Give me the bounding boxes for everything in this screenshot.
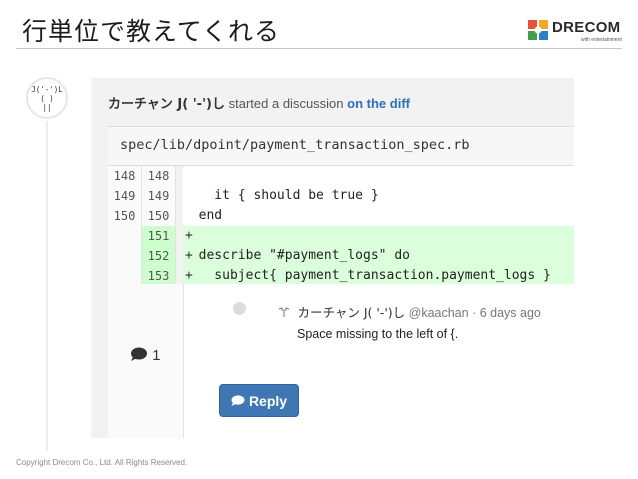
new-line-number[interactable]: 152: [142, 246, 176, 266]
ascii-face-mini-icon: [278, 307, 290, 317]
logo-text: DRECOM: [552, 19, 621, 36]
discussion-panel: カーチャン J( '-')し started a discussion on t…: [91, 78, 574, 438]
added-marker: +: [185, 248, 193, 263]
discussion-author[interactable]: カーチャン J( '-')し: [108, 97, 225, 112]
code-text: end: [183, 206, 574, 226]
note-time: · 6 days ago: [472, 306, 541, 320]
code-text: it { should be true }: [183, 186, 574, 206]
title-divider: [16, 48, 622, 49]
new-line-number[interactable]: 149: [142, 186, 176, 206]
note-gutter: 1: [108, 284, 184, 438]
added-marker: +: [185, 268, 193, 283]
discussion-header: カーチャン J( '-')し started a discussion on t…: [108, 93, 410, 112]
note-body: Space missing to the left of {.: [297, 327, 459, 341]
new-line-number[interactable]: 153: [142, 266, 176, 286]
discussion-action: started a discussion: [228, 96, 344, 111]
comment-icon: [231, 394, 245, 406]
old-line-number[interactable]: [108, 266, 142, 286]
old-line-number[interactable]: [108, 246, 142, 266]
diff-line: 149 149 it { should be true }: [108, 186, 574, 206]
note-author[interactable]: カーチャン J( '-')し: [297, 305, 405, 320]
reply-button-label: Reply: [248, 392, 288, 409]
diff-line-added: 153 subject{ payment_transaction.payment…: [108, 266, 574, 286]
timeline-line: [46, 121, 48, 451]
logo-tagline: with entertainment: [581, 37, 622, 43]
note-meta: カーチャン J( '-')し @kaachan · 6 days ago: [278, 302, 541, 321]
new-line-number[interactable]: 151: [142, 226, 176, 246]
reply-button[interactable]: Reply: [219, 384, 299, 417]
drecom-logo: DRECOM with entertainment: [527, 18, 622, 44]
new-line-number[interactable]: 150: [142, 206, 176, 226]
diff-link[interactable]: on the diff: [347, 96, 410, 111]
added-marker: +: [185, 228, 193, 243]
ascii-face-avatar-icon: J('-')L ( ) ||: [31, 85, 63, 112]
note-author-avatar: [233, 302, 246, 315]
comment-count-value: 1: [152, 347, 161, 364]
old-line-number[interactable]: [108, 226, 142, 246]
slide-title: 行単位で教えてくれる: [22, 17, 281, 46]
diff-line-added: 151 +: [108, 226, 574, 246]
discussion-notes: 1 カーチャン J( '-')し @kaachan · 6 days ago S…: [108, 284, 574, 438]
new-line-number[interactable]: 148: [142, 166, 176, 186]
diff-code: 148 148 149 149 it { should be true } 15…: [108, 166, 574, 286]
old-line-number[interactable]: 148: [108, 166, 142, 186]
code-text: describe "#payment_logs" do: [183, 246, 574, 266]
flower-logo-icon: [528, 20, 548, 40]
diff-line: 148 148: [108, 166, 574, 186]
diff-line-added: 152 describe "#payment_logs" do +: [108, 246, 574, 266]
comment-count[interactable]: 1: [130, 347, 161, 364]
copyright-text: Copyright Drecom Co., Ltd. All Rights Re…: [16, 458, 188, 467]
comment-icon: [131, 347, 147, 361]
file-header: spec/lib/dpoint/payment_transaction_spec…: [108, 126, 574, 166]
file-path[interactable]: spec/lib/dpoint/payment_transaction_spec…: [120, 137, 470, 153]
code-text: [183, 166, 574, 186]
code-text: subject{ payment_transaction.payment_log…: [183, 266, 574, 286]
note-handle[interactable]: @kaachan: [409, 306, 469, 320]
code-text: [183, 226, 574, 246]
old-line-number[interactable]: 150: [108, 206, 142, 226]
avatar: J('-')L ( ) ||: [26, 77, 68, 119]
diff-line: 150 150 end: [108, 206, 574, 226]
old-line-number[interactable]: 149: [108, 186, 142, 206]
